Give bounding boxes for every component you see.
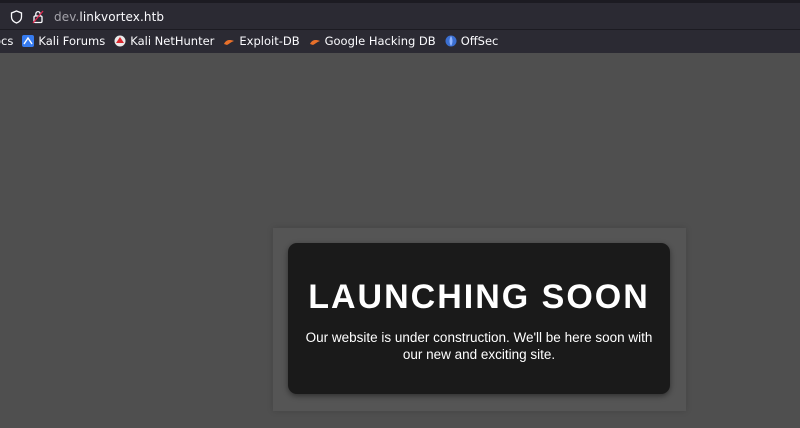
bookmark-label: OffSec — [460, 34, 499, 48]
exploit-db-icon — [223, 35, 235, 47]
page-title: LAUNCHING SOON — [308, 278, 650, 316]
kali-forums-icon — [22, 35, 35, 47]
bookmark-kali-forums[interactable]: Kali Forums — [22, 34, 105, 48]
browser-chrome: dev.linkvortex.htb ocs Kali Forums Kal — [0, 0, 800, 53]
bookmark-label: Exploit-DB — [239, 34, 300, 48]
bookmark-label: Google Hacking DB — [324, 34, 436, 48]
toolbar-separator — [0, 29, 800, 30]
bookmark-label: Kali NetHunter — [130, 34, 215, 48]
bookmark-docs[interactable]: ocs — [0, 34, 13, 48]
bookmark-google-hacking-db[interactable]: Google Hacking DB — [309, 34, 436, 48]
bookmark-kali-nethunter[interactable]: Kali NetHunter — [114, 34, 214, 48]
construction-message: Our website is under construction. We'll… — [305, 330, 653, 362]
bookmark-offsec[interactable]: OffSec — [445, 34, 499, 48]
url-subdomain: dev. — [54, 9, 80, 24]
insecure-lock-icon[interactable] — [30, 9, 46, 25]
kali-nethunter-icon — [114, 35, 126, 47]
offsec-icon — [445, 35, 457, 47]
url-domain: linkvortex.htb — [79, 9, 165, 24]
launch-card: LAUNCHING SOON Our website is under cons… — [288, 243, 670, 394]
google-hacking-db-icon — [309, 35, 321, 47]
shield-icon[interactable] — [8, 9, 24, 25]
url-text[interactable]: dev.linkvortex.htb — [54, 10, 164, 24]
bookmark-exploit-db[interactable]: Exploit-DB — [223, 34, 300, 48]
bookmarks-toolbar: ocs Kali Forums Kali NetHunter — [0, 31, 507, 51]
bookmark-label: ocs — [0, 34, 14, 48]
window-top-edge — [0, 0, 800, 3]
address-bar[interactable]: dev.linkvortex.htb — [0, 4, 800, 29]
bookmark-label: Kali Forums — [38, 34, 106, 48]
